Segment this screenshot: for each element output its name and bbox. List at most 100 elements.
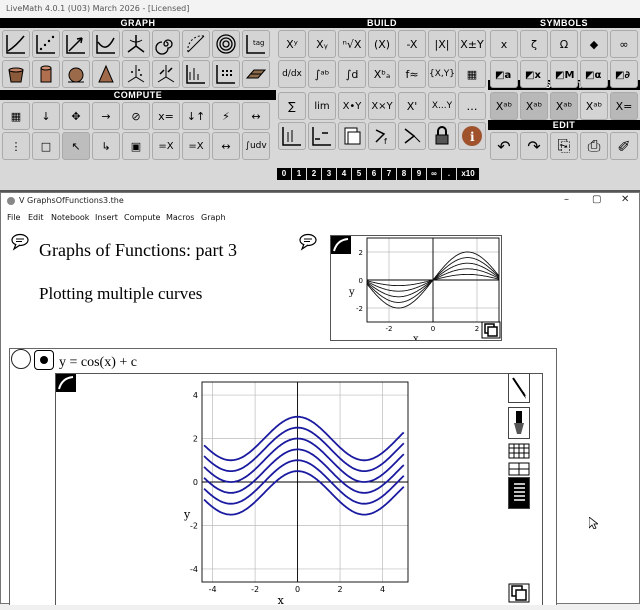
symbol-zeta-button[interactable]: ζ bbox=[520, 30, 548, 58]
menu-notebook[interactable]: Notebook bbox=[51, 213, 89, 222]
menu-graph[interactable]: Graph bbox=[201, 213, 226, 222]
copy-button[interactable]: ⎘ bbox=[550, 132, 578, 160]
limit-button[interactable]: lim bbox=[308, 92, 336, 120]
graph-corner-icon[interactable] bbox=[331, 236, 351, 254]
graph-tag-button[interactable]: tag bbox=[242, 30, 270, 58]
redo-button[interactable]: ↷ bbox=[520, 132, 548, 160]
root-button[interactable]: ⁿ√X bbox=[338, 30, 366, 58]
symbol-x-button[interactable]: x bbox=[490, 30, 518, 58]
symbol-set-e-button[interactable]: ◩∂ bbox=[610, 60, 638, 88]
graph-corner-icon[interactable] bbox=[56, 374, 76, 392]
erase-button[interactable]: ✐ bbox=[610, 132, 638, 160]
select-3-button[interactable]: Xᵃᵇ bbox=[550, 92, 578, 120]
pen-tool[interactable] bbox=[508, 373, 530, 403]
graph-surface-button[interactable] bbox=[242, 60, 270, 88]
number-key-8[interactable]: 8 bbox=[397, 168, 411, 180]
symbol-set-a-button[interactable]: ◩a bbox=[490, 60, 518, 88]
menu-insert[interactable]: Insert bbox=[95, 213, 118, 222]
symbol-set-c-button[interactable]: ◩M bbox=[550, 60, 578, 88]
cancel-compute-button[interactable]: ⊘ bbox=[122, 102, 150, 130]
equals-x-right-button[interactable]: =X bbox=[182, 132, 210, 160]
box-button[interactable]: □ bbox=[32, 132, 60, 160]
comment-icon[interactable] bbox=[298, 233, 318, 251]
derivative-button[interactable]: d/dx bbox=[278, 60, 306, 88]
minimize-button[interactable]: – bbox=[564, 194, 569, 205]
brush-tool[interactable] bbox=[508, 407, 530, 439]
integrate-by-parts-button[interactable]: ∫udv bbox=[242, 132, 270, 160]
power-button[interactable]: Xʸ bbox=[278, 30, 306, 58]
subscript-button[interactable]: Xᵧ bbox=[308, 30, 336, 58]
selected-expression-button[interactable] bbox=[34, 350, 54, 370]
number-key-2[interactable]: 2 bbox=[307, 168, 321, 180]
hammer-button[interactable]: ↖ bbox=[62, 132, 90, 160]
grid-fine-tool[interactable] bbox=[508, 443, 530, 459]
swap-sides-button[interactable]: ↔ bbox=[212, 132, 240, 160]
graph-vector-button[interactable] bbox=[62, 30, 90, 58]
number-key-x10[interactable]: x10 bbox=[457, 168, 479, 180]
graph-curves-button[interactable] bbox=[92, 30, 120, 58]
menu-edit[interactable]: Edit bbox=[28, 213, 44, 222]
graph-tools-button[interactable] bbox=[278, 122, 306, 150]
number-key-4[interactable]: 4 bbox=[337, 168, 351, 180]
graph-spiral-button[interactable] bbox=[152, 30, 180, 58]
paste-button[interactable]: ⎙ bbox=[580, 132, 608, 160]
symbol-set-d-button[interactable]: ◩α bbox=[580, 60, 608, 88]
number-key-1[interactable]: 1 bbox=[292, 168, 306, 180]
comment-button[interactable]: … bbox=[458, 92, 486, 120]
maximize-button[interactable]: ▢ bbox=[592, 194, 601, 205]
comment-icon[interactable] bbox=[10, 233, 30, 251]
graph-cylinder-button[interactable] bbox=[32, 60, 60, 88]
swap-button[interactable]: ↔ bbox=[242, 102, 270, 130]
undo-button[interactable]: ↶ bbox=[490, 132, 518, 160]
number-key-dot[interactable]: . bbox=[442, 168, 456, 180]
number-key-3[interactable]: 3 bbox=[322, 168, 336, 180]
menu-macros[interactable]: Macros bbox=[166, 213, 194, 222]
expand-button[interactable]: ✥ bbox=[62, 102, 90, 130]
approximate-function-button[interactable]: f≈ bbox=[398, 60, 426, 88]
symbol-omega-button[interactable]: Ω bbox=[550, 30, 578, 58]
graph-field-button[interactable] bbox=[152, 60, 180, 88]
simplify-button[interactable]: ▣ bbox=[122, 132, 150, 160]
summation-button[interactable]: ∑ bbox=[278, 92, 306, 120]
solve-for-x-button[interactable]: x= bbox=[152, 102, 180, 130]
copy-graph-icon[interactable] bbox=[508, 583, 530, 603]
close-button[interactable]: ✕ bbox=[621, 194, 629, 205]
symbol-infinity-button[interactable]: ∞ bbox=[610, 30, 638, 58]
palette-page-button[interactable] bbox=[338, 122, 366, 150]
select-equation-button[interactable]: X= bbox=[610, 92, 638, 120]
run-circle-button[interactable] bbox=[11, 349, 31, 369]
number-key-infinity[interactable]: ∞ bbox=[427, 168, 441, 180]
graph-scatter-button[interactable] bbox=[32, 30, 60, 58]
symbol-set-b-button[interactable]: ◩x bbox=[520, 60, 548, 88]
function-tools-button[interactable] bbox=[398, 122, 426, 150]
range-button[interactable]: X...Y bbox=[428, 92, 456, 120]
cross-product-button[interactable]: X×Y bbox=[368, 92, 396, 120]
apply-button[interactable]: → bbox=[92, 102, 120, 130]
parentheses-button[interactable]: (X) bbox=[368, 30, 396, 58]
dot-product-button[interactable]: X•Y bbox=[338, 92, 366, 120]
negate-button[interactable]: -X bbox=[398, 30, 426, 58]
graph-rings-button[interactable] bbox=[212, 30, 240, 58]
substitute-button[interactable]: ↳ bbox=[92, 132, 120, 160]
symbol-special-button[interactable]: ◆ bbox=[580, 30, 608, 58]
graph-cup-button[interactable] bbox=[2, 60, 30, 88]
graph-piecewise-button[interactable] bbox=[308, 122, 336, 150]
lightning-button[interactable]: ⚡ bbox=[212, 102, 240, 130]
select-2-button[interactable]: Xᵃᵇ bbox=[520, 92, 548, 120]
mini-graph-frame[interactable]: -2 0 2 2 0 -2 x y bbox=[330, 235, 502, 345]
grid-coarse-tool[interactable] bbox=[508, 461, 530, 476]
graph-scatter3d-button[interactable] bbox=[122, 60, 150, 88]
menu-compute[interactable]: Compute bbox=[124, 213, 160, 222]
define-function-button[interactable]: f bbox=[368, 122, 396, 150]
main-graph-frame[interactable]: -4 -2 0 2 4 4 2 0 -2 -4 x y bbox=[55, 373, 543, 607]
calculator-button[interactable]: ▦ bbox=[2, 102, 30, 130]
vectors-button[interactable]: ⋮ bbox=[2, 132, 30, 160]
number-key-6[interactable]: 6 bbox=[367, 168, 381, 180]
prime-button[interactable]: X' bbox=[398, 92, 426, 120]
lock-button[interactable] bbox=[428, 122, 456, 150]
step-down-button[interactable]: ↓ bbox=[32, 102, 60, 130]
absolute-value-button[interactable]: |X| bbox=[428, 30, 456, 58]
equation[interactable]: y = cos(x) + c bbox=[59, 355, 137, 371]
equals-x-left-button[interactable]: =X bbox=[152, 132, 180, 160]
number-key-7[interactable]: 7 bbox=[382, 168, 396, 180]
